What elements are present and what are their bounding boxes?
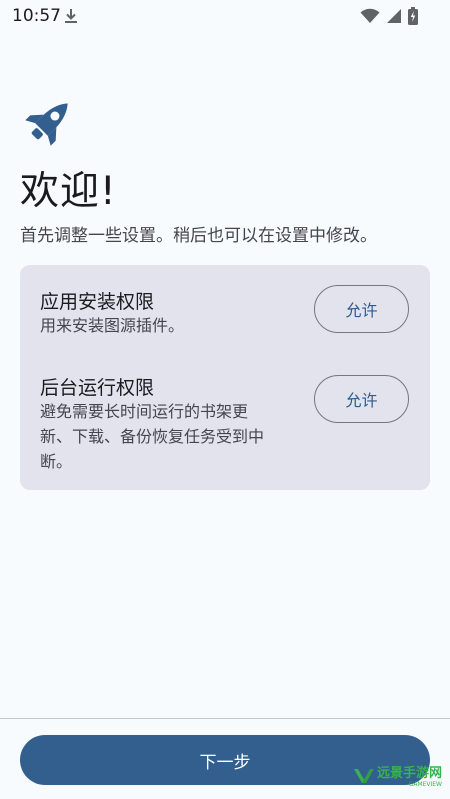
wifi-icon bbox=[360, 8, 380, 23]
watermark-subtext: GAMEVIEW bbox=[408, 781, 442, 788]
page-subtitle: 首先调整一些设置。稍后也可以在设置中修改。 bbox=[20, 226, 377, 246]
permission-desc-background-line3: 断。 bbox=[40, 452, 73, 471]
rocket-icon bbox=[25, 103, 68, 146]
download-icon bbox=[65, 9, 77, 23]
permission-desc-background-line1: 避免需要长时间运行的书架更 bbox=[40, 402, 249, 421]
status-time: 10:57 bbox=[12, 6, 61, 26]
watermark-logo-icon bbox=[353, 768, 374, 783]
footer-divider bbox=[0, 718, 450, 719]
permission-desc-background-line2: 新、下载、备份恢复任务受到中 bbox=[40, 427, 265, 446]
page-title: 欢迎! bbox=[20, 169, 117, 214]
status-icons bbox=[360, 7, 418, 25]
permission-title-install: 应用安装权限 bbox=[40, 291, 155, 313]
watermark-text: 远景手游网 bbox=[376, 766, 442, 781]
permission-desc-install: 用来安装图源插件。 bbox=[40, 316, 185, 335]
battery-icon bbox=[408, 7, 418, 25]
permission-title-background: 后台运行权限 bbox=[40, 377, 155, 399]
watermark: 远景手游网 GAMEVIEW bbox=[353, 762, 442, 789]
signal-icon bbox=[387, 9, 401, 23]
status-bar: 10:57 bbox=[0, 0, 450, 32]
allow-background-button[interactable]: 允许 bbox=[314, 375, 409, 423]
allow-install-button[interactable]: 允许 bbox=[314, 285, 409, 333]
permissions-card: 应用安装权限 用来安装图源插件。 允许 后台运行权限 避免需要长时间运行的书架更… bbox=[20, 265, 430, 490]
